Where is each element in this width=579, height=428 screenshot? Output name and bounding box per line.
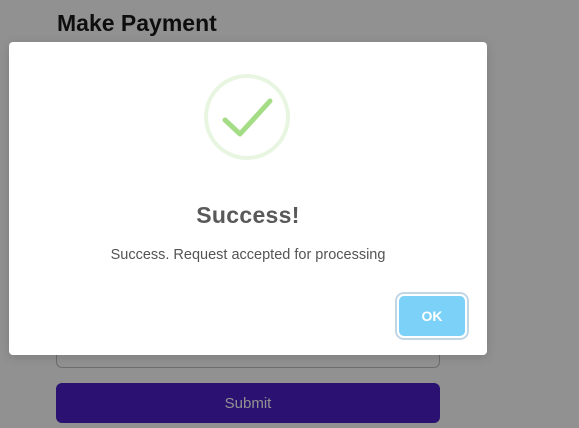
success-dialog: Success! Success. Request accepted for p… <box>9 42 487 355</box>
ok-button[interactable]: OK <box>399 296 465 336</box>
dialog-title: Success! <box>196 202 300 228</box>
success-checkmark-icon <box>203 73 291 161</box>
dialog-message: Success. Request accepted for processing <box>110 247 386 263</box>
